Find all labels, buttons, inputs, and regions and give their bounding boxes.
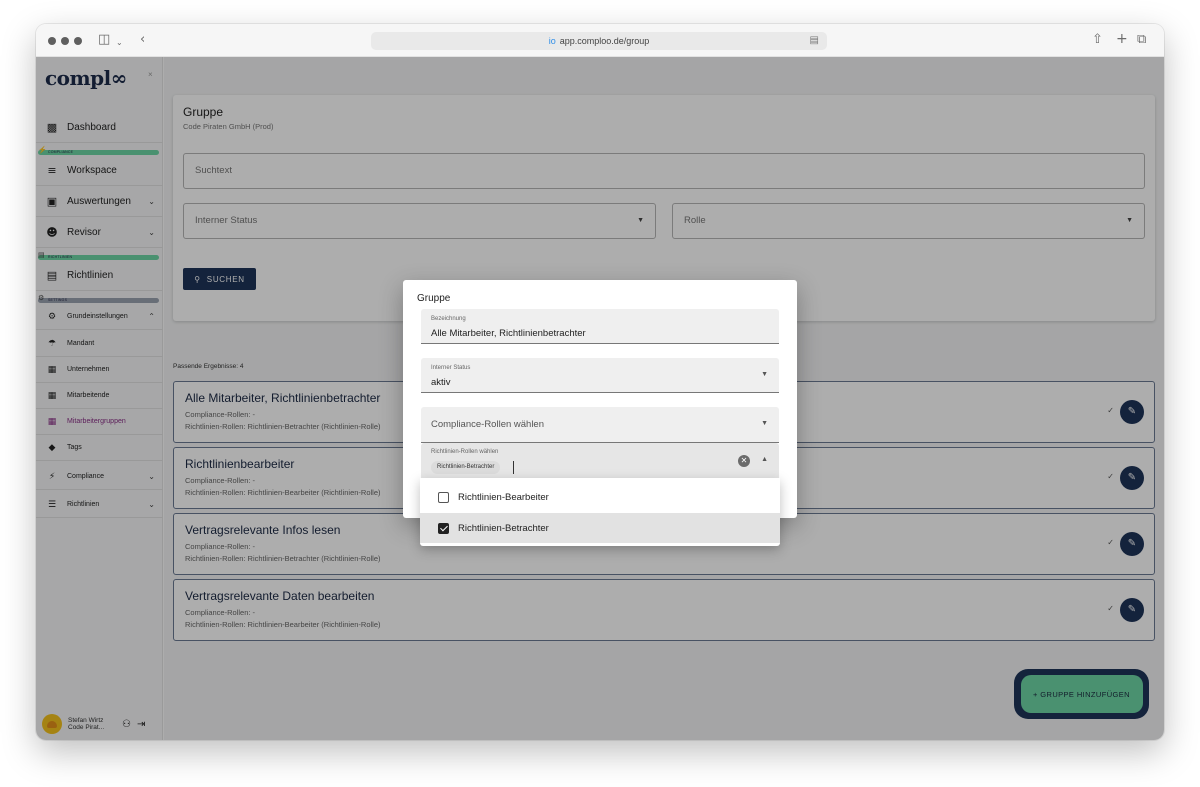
compliance-roles-select[interactable]: Compliance-Rollen wählen ▼	[421, 407, 779, 443]
reader-icon[interactable]: ▤	[810, 32, 819, 50]
clear-icon[interactable]: ✕	[738, 455, 750, 467]
dropdown-arrow-up-icon[interactable]: ▲	[761, 456, 768, 463]
back-icon[interactable]: ‹	[140, 32, 145, 48]
dialog-title: Gruppe	[417, 293, 451, 304]
policy-roles-dropdown: Richtlinien-Bearbeiter Richtlinien-Betra…	[420, 478, 780, 546]
browser-window: ◫ ⌄ ‹ io app.comploo.de/group ▤ ⇧ + ⧉ com…	[36, 24, 1164, 740]
dropdown-arrow-icon: ▼	[761, 420, 768, 427]
favicon-icon: io	[548, 36, 556, 46]
tabs-overview-icon[interactable]: ⧉	[1137, 32, 1146, 48]
checkbox-checked[interactable]	[438, 522, 449, 534]
text-cursor	[513, 461, 514, 474]
policy-roles-select[interactable]: Richtlinien-Rollen wählen Richtlinien-Be…	[421, 443, 779, 479]
selected-role-chip[interactable]: Richtlinien-Betrachter	[431, 461, 501, 474]
url-text: app.comploo.de/group	[559, 36, 650, 46]
close-window-dot[interactable]	[48, 37, 56, 45]
chevron-down-icon[interactable]: ⌄	[116, 35, 123, 51]
status-field[interactable]: Interner Status aktiv ▼	[421, 358, 779, 393]
maximize-window-dot[interactable]	[74, 37, 82, 45]
minimize-window-dot[interactable]	[61, 37, 69, 45]
option-richtlinien-betrachter[interactable]: Richtlinien-Betrachter	[420, 513, 780, 543]
checkbox-unchecked[interactable]	[438, 491, 449, 503]
new-tab-icon[interactable]: +	[1116, 31, 1128, 47]
option-richtlinien-bearbeiter[interactable]: Richtlinien-Bearbeiter	[420, 482, 780, 512]
share-icon[interactable]: ⇧	[1092, 32, 1103, 48]
address-bar[interactable]: io app.comploo.de/group ▤	[371, 32, 827, 50]
name-field[interactable]: Bezeichnung Alle Mitarbeiter, Richtlinie…	[421, 309, 779, 344]
sidebar-toggle-icon[interactable]: ◫	[98, 32, 110, 48]
dropdown-arrow-icon: ▼	[761, 371, 768, 378]
browser-toolbar: ◫ ⌄ ‹ io app.comploo.de/group ▤ ⇧ + ⧉	[36, 24, 1164, 57]
